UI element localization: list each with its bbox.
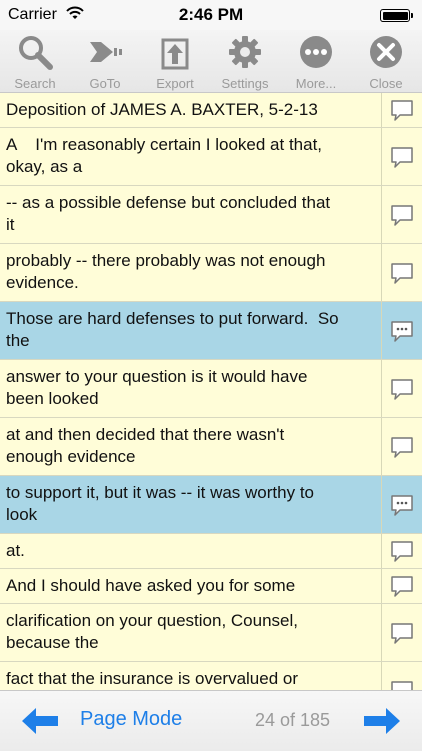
- toolbar: Search GoTo Export Settings More... Clos…: [0, 30, 422, 93]
- transcript-row[interactable]: probably -- there probably was not enoug…: [0, 244, 422, 302]
- transcript-row[interactable]: -- as a possible defense but concluded t…: [0, 186, 422, 244]
- note-filled-icon[interactable]: [390, 493, 414, 517]
- note-icon[interactable]: [390, 679, 414, 691]
- divider: [381, 476, 382, 533]
- divider: [381, 302, 382, 359]
- close-label: Close: [369, 76, 403, 91]
- divider: [381, 93, 382, 127]
- settings-label: Settings: [221, 76, 269, 91]
- settings-button[interactable]: Settings: [210, 34, 280, 92]
- transcript-row[interactable]: Deposition of JAMES A. BAXTER, 5-2-13: [0, 93, 422, 128]
- bottom-bar: Page Mode 24 of 185: [0, 690, 422, 751]
- transcript-line: at.: [6, 541, 25, 560]
- transcript-row[interactable]: A I'm reasonably certain I looked at tha…: [0, 128, 422, 186]
- battery-icon: [380, 9, 413, 22]
- divider: [381, 244, 382, 301]
- gear-icon: [229, 36, 261, 68]
- transcript-line: at and then decided that there wasn't en…: [6, 425, 285, 466]
- transcript-row-highlighted[interactable]: to support it, but it was -- it was wort…: [0, 476, 422, 534]
- export-label: Export: [156, 76, 194, 91]
- more-label: More...: [295, 76, 337, 91]
- more-icon: [300, 36, 332, 68]
- note-icon[interactable]: [390, 98, 414, 122]
- divider: [381, 360, 382, 417]
- note-icon[interactable]: [390, 203, 414, 227]
- transcript-line: clarification on your question, Counsel,…: [6, 611, 298, 652]
- note-icon[interactable]: [390, 261, 414, 285]
- transcript-line: probably -- there probably was not enoug…: [6, 251, 326, 292]
- transcript-line: And I should have asked you for some: [6, 576, 296, 595]
- note-icon[interactable]: [390, 539, 414, 563]
- close-button[interactable]: Close: [351, 34, 421, 92]
- transcript-line: Those are hard defenses to put forward. …: [6, 309, 339, 350]
- close-icon: [370, 36, 402, 68]
- transcript-row[interactable]: at and then decided that there wasn't en…: [0, 418, 422, 476]
- transcript-line: A I'm reasonably certain I looked at tha…: [6, 135, 323, 176]
- goto-button[interactable]: GoTo: [70, 34, 140, 92]
- divider: [381, 662, 382, 690]
- transcript-row-highlighted[interactable]: Those are hard defenses to put forward. …: [0, 302, 422, 360]
- transcript-row[interactable]: at.: [0, 534, 422, 569]
- note-icon[interactable]: [390, 621, 414, 645]
- note-icon[interactable]: [390, 377, 414, 401]
- search-label: Search: [14, 76, 56, 91]
- search-icon: [19, 36, 53, 70]
- goto-icon: [90, 42, 122, 62]
- transcript-list[interactable]: Deposition of JAMES A. BAXTER, 5-2-13 A …: [0, 93, 422, 690]
- note-filled-icon[interactable]: [390, 319, 414, 343]
- divider: [381, 534, 382, 568]
- status-bar: Carrier 2:46 PM: [0, 0, 422, 30]
- divider: [381, 569, 382, 603]
- arrow-left-icon[interactable]: [20, 707, 60, 735]
- transcript-line: answer to your question is it would have…: [6, 367, 308, 408]
- divider: [381, 418, 382, 475]
- page-mode-button[interactable]: Page Mode: [80, 708, 182, 731]
- transcript-row[interactable]: clarification on your question, Counsel,…: [0, 604, 422, 662]
- transcript-row[interactable]: And I should have asked you for some: [0, 569, 422, 604]
- note-icon[interactable]: [390, 435, 414, 459]
- export-icon: [161, 38, 189, 70]
- transcript-line: -- as a possible defense but concluded t…: [6, 193, 331, 234]
- divider: [381, 604, 382, 661]
- transcript-row[interactable]: fact that the insurance is overvalued or: [0, 662, 422, 690]
- note-icon[interactable]: [390, 574, 414, 598]
- divider: [381, 186, 382, 243]
- transcript-row[interactable]: answer to your question is it would have…: [0, 360, 422, 418]
- transcript-line: to support it, but it was -- it was wort…: [6, 483, 315, 524]
- arrow-right-icon[interactable]: [362, 707, 402, 735]
- divider: [381, 128, 382, 185]
- goto-label: GoTo: [89, 76, 121, 91]
- clock: 2:46 PM: [178, 5, 244, 24]
- search-button[interactable]: Search: [0, 34, 70, 92]
- transcript-line: fact that the insurance is overvalued or: [6, 669, 298, 688]
- page-indicator: 24 of 185: [255, 710, 331, 730]
- note-icon[interactable]: [390, 145, 414, 169]
- transcript-line: Deposition of JAMES A. BAXTER, 5-2-13: [6, 100, 318, 119]
- more-button[interactable]: More...: [281, 34, 351, 92]
- export-button[interactable]: Export: [140, 34, 210, 92]
